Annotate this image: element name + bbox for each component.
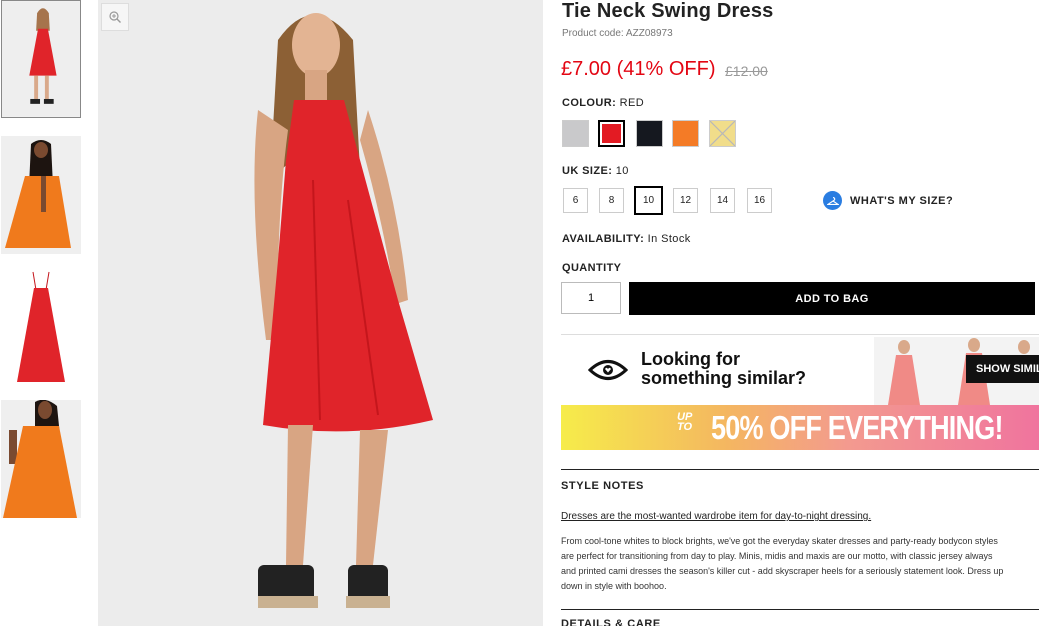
similar-products-promo: Looking for something similar? SHOW SIMI… [561, 337, 1039, 405]
colour-label-text: COLOUR: [562, 97, 617, 109]
similar-text-line2: something similar? [641, 368, 807, 388]
size-option-10[interactable]: 10 [634, 186, 663, 215]
divider [561, 334, 1039, 335]
model-red-dress-photo [98, 0, 543, 626]
size-option-14[interactable]: 14 [710, 188, 735, 213]
thumbnail-2-image [1, 136, 81, 254]
style-notes-heading: STYLE NOTES [561, 480, 644, 492]
banner-to-text: TO [677, 421, 693, 433]
similar-text: Looking for something similar? [641, 350, 806, 388]
zoom-button[interactable] [101, 3, 129, 31]
add-to-bag-button[interactable]: ADD TO BAG [629, 282, 1035, 315]
product-code: Product code: AZZ08973 [562, 28, 673, 39]
quantity-label: QUANTITY [562, 262, 621, 274]
availability-value: In Stock [647, 233, 691, 245]
availability-label: AVAILABILITY: In Stock [562, 233, 691, 245]
product-info: Tie Neck Swing Dress Product code: AZZ08… [561, 0, 1039, 626]
swatch-black[interactable] [636, 120, 663, 147]
unavailable-cross-icon [710, 121, 735, 146]
size-option-8[interactable]: 8 [599, 188, 624, 213]
product-title: Tie Neck Swing Dress [562, 0, 774, 22]
hanger-icon [823, 191, 842, 210]
sale-price: £7.00 (41% OFF) [561, 58, 716, 80]
show-similar-button[interactable]: SHOW SIMILAR [966, 355, 1039, 383]
size-value: 10 [615, 165, 629, 177]
size-label-text: UK SIZE: [562, 165, 613, 177]
whats-my-size-link[interactable]: WHAT'S MY SIZE? [823, 191, 953, 210]
thumbnail-3-image [1, 268, 81, 386]
banner-headline: 50% OFF EVERYTHING! [711, 409, 1003, 446]
swatch-grey[interactable] [562, 120, 589, 147]
thumbnail-4[interactable] [1, 400, 81, 518]
original-price: £12.00 [725, 63, 768, 79]
thumbnail-4-image [1, 400, 81, 518]
style-notes-subheading: Dresses are the most-wanted wardrobe ite… [561, 511, 872, 522]
similar-text-line1: Looking for [641, 349, 740, 369]
banner-up-to: UP TO [677, 412, 693, 433]
colour-label: COLOUR: RED [562, 97, 644, 109]
sale-banner[interactable]: UP TO 50% OFF EVERYTHING! [561, 405, 1039, 450]
style-notes-line: down in style with boohoo. [561, 581, 667, 591]
colour-value: RED [619, 97, 645, 109]
size-option-16[interactable]: 16 [747, 188, 772, 213]
quantity-label-text: QUANTITY [562, 262, 622, 274]
details-care-heading[interactable]: DETAILS & CARE [561, 618, 661, 626]
quantity-input[interactable] [561, 282, 621, 314]
style-notes-line: are perfect for transitioning from day t… [561, 551, 993, 561]
size-option-6[interactable]: 6 [563, 188, 588, 213]
divider [561, 609, 1039, 610]
thumbnail-2[interactable] [1, 136, 81, 254]
size-option-12[interactable]: 12 [673, 188, 698, 213]
zoom-icon [109, 11, 121, 23]
main-product-image [98, 0, 543, 626]
swatch-orange[interactable] [672, 120, 699, 147]
whats-my-size-text: WHAT'S MY SIZE? [850, 194, 954, 207]
style-notes-line: From cool-tone whites to block brights, … [561, 536, 998, 546]
style-notes-line: and printed cami dresses the season's ki… [561, 566, 1004, 576]
availability-label-text: AVAILABILITY: [562, 233, 645, 245]
swatch-red[interactable] [598, 120, 625, 147]
eye-icon [588, 360, 628, 380]
swatch-yellow-unavailable[interactable] [709, 120, 736, 147]
style-notes-body: From cool-tone whites to block brights, … [561, 534, 1039, 594]
size-label: UK SIZE: 10 [562, 165, 629, 177]
thumbnail-1[interactable] [1, 0, 81, 118]
thumbnail-1-image [2, 1, 80, 117]
thumbnail-3[interactable] [1, 268, 81, 386]
divider [561, 469, 1039, 470]
